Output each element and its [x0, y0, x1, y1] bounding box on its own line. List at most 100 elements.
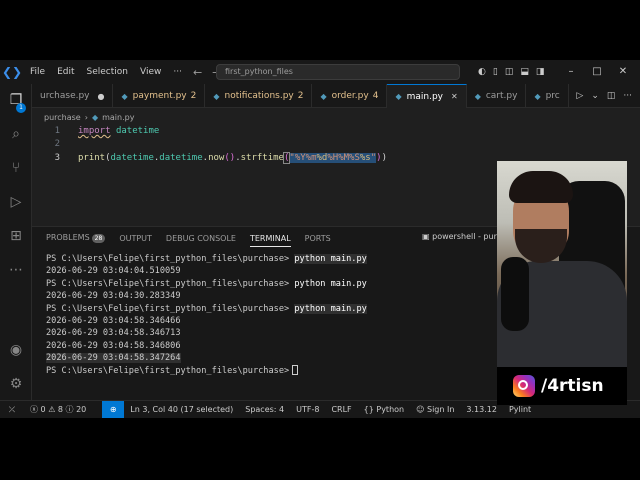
- python-file-icon: ◆: [534, 91, 541, 101]
- close-icon[interactable]: ✕: [610, 60, 636, 84]
- terminal-line: PS C:\Users\Felipe\first_python_files\pu…: [46, 278, 367, 289]
- tab-purchase[interactable]: urchase.py ●: [32, 84, 114, 108]
- tab-label: order.py: [331, 91, 369, 101]
- braces-icon: {}: [363, 405, 374, 414]
- tab-label: prc: [545, 91, 560, 101]
- tab-problem-count: 2: [190, 91, 197, 101]
- menu-more[interactable]: ···: [167, 60, 188, 84]
- line-number: 1: [54, 126, 60, 136]
- sign-in[interactable]: ☺ Sign In: [410, 405, 460, 414]
- letterbox-bottom: [0, 418, 640, 480]
- menu-view[interactable]: View: [134, 60, 167, 84]
- end-of-line[interactable]: CRLF: [325, 405, 357, 414]
- extensions-icon[interactable]: ⊞: [0, 224, 32, 248]
- tab-order[interactable]: ◆ order.py 4: [312, 84, 388, 108]
- line-number: 2: [54, 139, 60, 149]
- tab-cart[interactable]: ◆ cart.py: [467, 84, 527, 108]
- tab-notifications[interactable]: ◆ notifications.py 2: [205, 84, 313, 108]
- python-version[interactable]: 3.13.12: [460, 405, 503, 414]
- toggle-secondary-sidebar-icon[interactable]: ◨: [536, 67, 545, 77]
- manage-gear-icon[interactable]: ⚙: [0, 372, 32, 396]
- social-handle: /4rtisn: [541, 376, 604, 396]
- zoom-icon[interactable]: ⊕: [102, 400, 125, 418]
- tab-close-icon[interactable]: ✕: [451, 92, 458, 101]
- terminal-line: 2026-06-29 03:04:58.346713: [46, 328, 181, 339]
- code-text: print(datetime.datetime.now().strftime("…: [78, 152, 387, 164]
- tab-ports[interactable]: PORTS: [305, 234, 331, 243]
- code-line-2: 2: [32, 138, 632, 151]
- activity-bar: ❐ 1 ⌕ ⑂ ▷ ⊞ ⋯ ◉ ⚙: [0, 84, 32, 400]
- run-debug-icon[interactable]: ▷: [0, 190, 32, 214]
- error-icon: ⓧ: [30, 405, 38, 414]
- python-file-icon: ◆: [474, 91, 481, 101]
- more-actions-icon[interactable]: ···: [623, 91, 632, 101]
- terminal-line: PS C:\Users\Felipe\first_python_files\pu…: [46, 254, 367, 264]
- tab-output[interactable]: OUTPUT: [119, 234, 152, 243]
- menu-selection[interactable]: Selection: [81, 60, 134, 84]
- back-arrow-icon[interactable]: ←: [188, 66, 207, 79]
- terminal-line: 2026-06-29 03:04:58.347264: [46, 353, 181, 364]
- remote-indicator-icon[interactable]: ⤫: [0, 401, 24, 419]
- microphone-shape: [501, 257, 529, 331]
- toggle-panel-icon[interactable]: ⬓: [520, 67, 529, 77]
- encoding[interactable]: UTF-8: [290, 405, 325, 414]
- problems-summary[interactable]: ⓧ 0 ⚠ 8 ⓘ 20: [24, 404, 92, 415]
- tab-terminal[interactable]: TERMINAL: [249, 234, 291, 247]
- linter-status[interactable]: Pylint: [503, 405, 537, 414]
- tab-problem-count: 2: [297, 91, 304, 101]
- line-number: 3: [54, 153, 60, 163]
- python-file-icon: ◆: [91, 112, 99, 122]
- editor-tabs: urchase.py ● ◆ payment.py 2 ◆ notificati…: [32, 84, 640, 108]
- maximize-icon[interactable]: □: [584, 60, 610, 84]
- tab-main[interactable]: ◆ main.py ✕: [387, 84, 467, 108]
- tab-payment[interactable]: ◆ payment.py 2: [113, 84, 206, 108]
- explorer-badge: 1: [16, 103, 26, 113]
- terminal-instance-label[interactable]: ▣ powershell - purch: [422, 232, 506, 241]
- tab-problems[interactable]: PROBLEMS 28: [46, 233, 106, 243]
- instagram-icon: [513, 375, 535, 397]
- indentation[interactable]: Spaces: 4: [239, 405, 290, 414]
- cursor-position[interactable]: Ln 3, Col 40 (17 selected): [124, 405, 239, 414]
- account-icon: ☺: [416, 405, 425, 414]
- explorer-icon[interactable]: ❐ 1: [0, 88, 32, 113]
- toggle-sidebar-icon[interactable]: ◫: [505, 67, 514, 77]
- layout-icon[interactable]: ▯: [493, 67, 498, 77]
- python-file-icon: ◆: [395, 92, 402, 101]
- minimize-icon[interactable]: –: [558, 60, 584, 84]
- breadcrumb-folder[interactable]: purchase: [44, 113, 81, 122]
- copilot-icon[interactable]: ◐: [478, 67, 486, 77]
- breadcrumb-file[interactable]: main.py: [102, 113, 134, 122]
- terminal-icon: ▣: [422, 232, 430, 241]
- tab-prc[interactable]: ◆ prc: [526, 84, 569, 108]
- split-editor-icon[interactable]: ◫: [607, 91, 616, 101]
- title-bar: ❮❯ File Edit Selection View ··· ← → firs…: [0, 60, 640, 84]
- tab-label: main.py: [406, 91, 443, 102]
- tab-label: cart.py: [485, 91, 518, 101]
- menu-file[interactable]: File: [24, 60, 51, 84]
- command-center-search[interactable]: first_python_files: [216, 64, 460, 80]
- search-icon[interactable]: ⌕: [0, 122, 32, 146]
- language-mode[interactable]: {} Python: [358, 405, 410, 414]
- remote-explorer-icon[interactable]: ⋯: [0, 258, 32, 282]
- info-icon: ⓘ: [65, 405, 74, 414]
- source-control-icon[interactable]: ⑂: [0, 156, 32, 180]
- terminal-line: 2026-06-29 03:04:58.346466: [46, 315, 181, 326]
- terminal-cursor: [292, 365, 299, 376]
- python-file-icon: ◆: [121, 91, 128, 101]
- terminal-line: 2026-06-29 03:04:58.346806: [46, 340, 181, 351]
- vscode-logo-icon: ❮❯: [1, 65, 23, 79]
- tab-debug-console[interactable]: DEBUG CONSOLE: [166, 234, 236, 243]
- run-python-file-icon[interactable]: ▷: [576, 91, 583, 101]
- menu-edit[interactable]: Edit: [51, 60, 80, 84]
- tab-unsaved-dot-icon[interactable]: ●: [98, 92, 105, 101]
- terminal-line: 2026-06-29 03:04:04.510059: [46, 266, 181, 277]
- person-hair-shape: [509, 171, 573, 203]
- account-icon[interactable]: ◉: [0, 338, 32, 362]
- run-menu-chevron-icon[interactable]: ⌄: [591, 91, 599, 101]
- terminal-output[interactable]: PS C:\Users\Felipe\first_python_files\pu…: [46, 253, 367, 377]
- tab-label: payment.py: [132, 91, 187, 101]
- chevron-right-icon: ›: [84, 112, 88, 122]
- title-actions: ◐ ▯ ◫ ⬓ ◨: [478, 60, 544, 84]
- editor-actions: ▷ ⌄ ◫ ···: [576, 84, 632, 108]
- warning-icon: ⚠: [48, 405, 56, 414]
